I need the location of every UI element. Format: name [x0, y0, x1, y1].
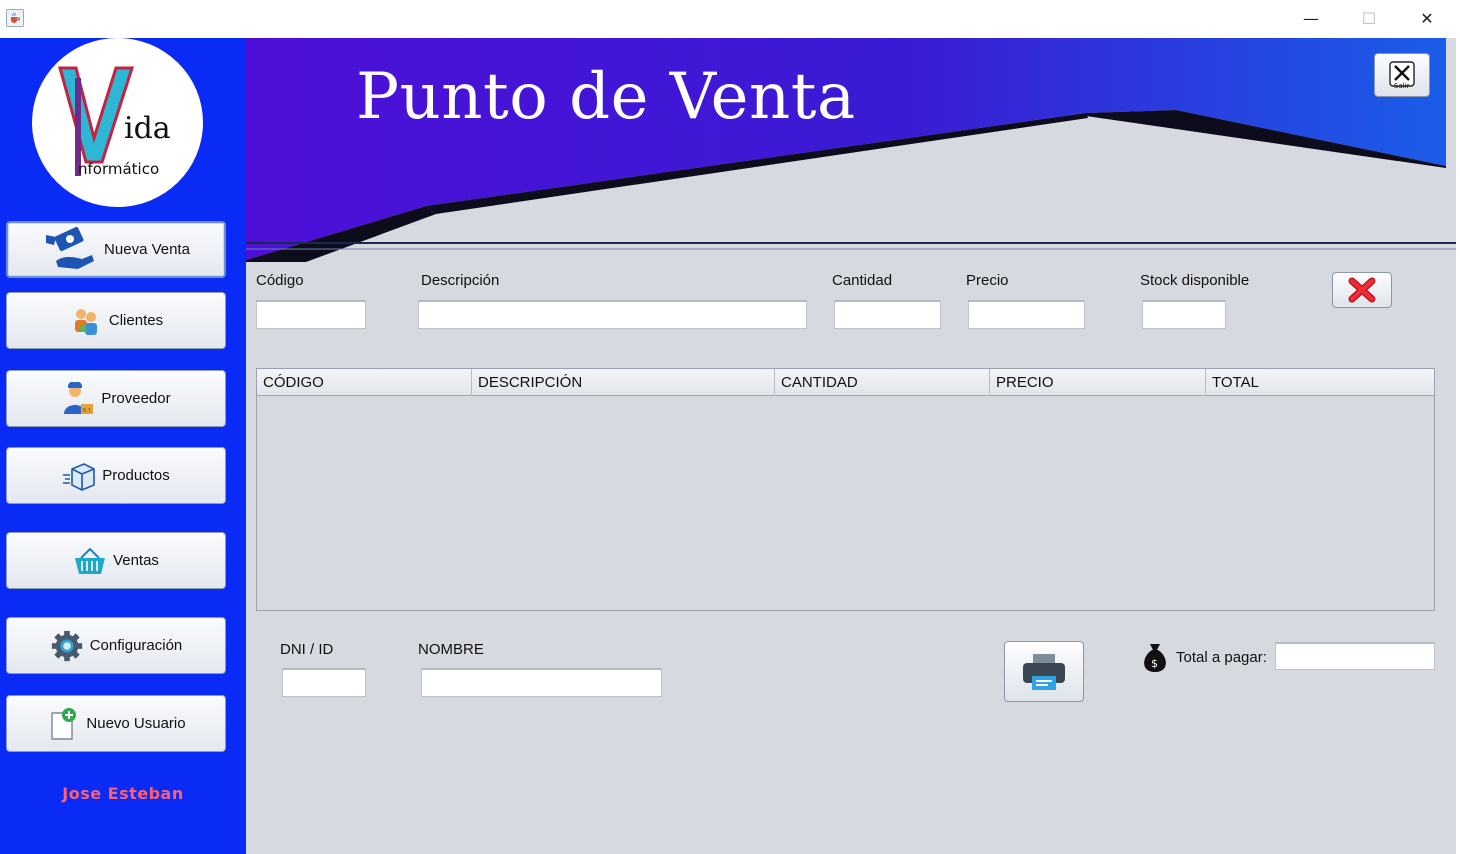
logo-text-ida: ida [124, 111, 171, 146]
nav-label: Nuevo Usuario [86, 715, 186, 732]
printer-icon [1023, 653, 1065, 690]
column-header[interactable]: TOTAL [1206, 369, 1434, 396]
add-document-icon [46, 707, 80, 741]
page-title: Punto de Venta [356, 60, 856, 134]
column-header[interactable]: CANTIDAD [775, 369, 990, 396]
stock-label: Stock disponible [1140, 272, 1250, 289]
total-label: Total a pagar: [1176, 649, 1267, 666]
column-header[interactable]: CÓDIGO [257, 369, 472, 396]
main-panel: Punto de Venta Salir Código Descripción … [246, 38, 1458, 854]
column-header[interactable]: PRECIO [990, 369, 1206, 396]
box-icon [62, 459, 96, 493]
sales-table[interactable]: CÓDIGO DESCRIPCIÓN CANTIDAD PRECIO TOTAL [256, 368, 1435, 611]
window-right-border [1456, 38, 1460, 854]
proveedor-button[interactable]: B.T. Proveedor [6, 370, 226, 427]
delete-item-button[interactable] [1332, 272, 1392, 308]
cantidad-input[interactable] [834, 300, 941, 329]
supplier-icon: B.T. [61, 381, 95, 416]
ventas-button[interactable]: Ventas [6, 532, 226, 589]
clients-icon [69, 304, 103, 338]
precio-label: Precio [966, 272, 1009, 289]
codigo-input[interactable] [256, 300, 366, 329]
salir-button[interactable]: Salir [1374, 53, 1430, 97]
print-button[interactable] [1004, 641, 1084, 702]
nombre-label: NOMBRE [418, 641, 484, 658]
descripcion-input[interactable] [418, 300, 807, 329]
codigo-label: Código [256, 272, 304, 289]
nav-label: Configuración [89, 637, 183, 654]
logo-text-informatico: nformático [78, 160, 159, 178]
dni-label: DNI / ID [280, 641, 334, 658]
stock-input[interactable] [1142, 300, 1226, 329]
table-header: CÓDIGO DESCRIPCIÓN CANTIDAD PRECIO TOTAL [257, 369, 1434, 396]
nuevo-usuario-button[interactable]: Nuevo Usuario [6, 695, 226, 752]
nav-label: Proveedor [101, 390, 171, 407]
sidebar: ida nformático Nueva Venta Clientes B.T.… [0, 38, 246, 854]
title-bar: — ☐ ✕ [0, 0, 1460, 38]
nav-label: Ventas [113, 552, 159, 569]
nueva-venta-button[interactable]: Nueva Venta [6, 221, 226, 278]
svg-text:$: $ [1151, 657, 1158, 670]
descripcion-label: Descripción [421, 272, 500, 289]
dni-input[interactable] [282, 668, 366, 697]
cash-hand-icon [42, 225, 98, 275]
cantidad-label: Cantidad [832, 272, 893, 289]
money-bag-icon: $ [1144, 644, 1166, 672]
basket-icon [73, 544, 107, 578]
nav-label: Nueva Venta [104, 241, 190, 258]
logo: ida nformático [32, 38, 203, 207]
svg-text:B.T.: B.T. [83, 408, 92, 414]
close-window-button[interactable]: ✕ [1398, 0, 1456, 36]
logged-user-name: Jose Esteban [62, 784, 184, 803]
maximize-button[interactable]: ☐ [1340, 0, 1398, 36]
app-window: — ☐ ✕ ida nformático Nueva Venta Cliente… [0, 0, 1460, 854]
productos-button[interactable]: Productos [6, 447, 226, 504]
nombre-input[interactable] [421, 668, 662, 697]
column-header[interactable]: DESCRIPCIÓN [472, 369, 775, 396]
configuracion-button[interactable]: Configuración [6, 617, 226, 674]
exit-icon: Salir [1389, 61, 1415, 90]
minimize-button[interactable]: — [1282, 0, 1340, 36]
red-x-icon [1348, 277, 1376, 303]
nav-label: Clientes [108, 312, 164, 329]
gear-icon [50, 629, 84, 663]
total-input[interactable] [1275, 642, 1435, 670]
nav-label: Productos [102, 467, 170, 484]
svg-text:Salir: Salir [1394, 82, 1410, 90]
clientes-button[interactable]: Clientes [6, 292, 226, 349]
java-cup-icon[interactable] [6, 9, 24, 27]
precio-input[interactable] [968, 300, 1085, 329]
